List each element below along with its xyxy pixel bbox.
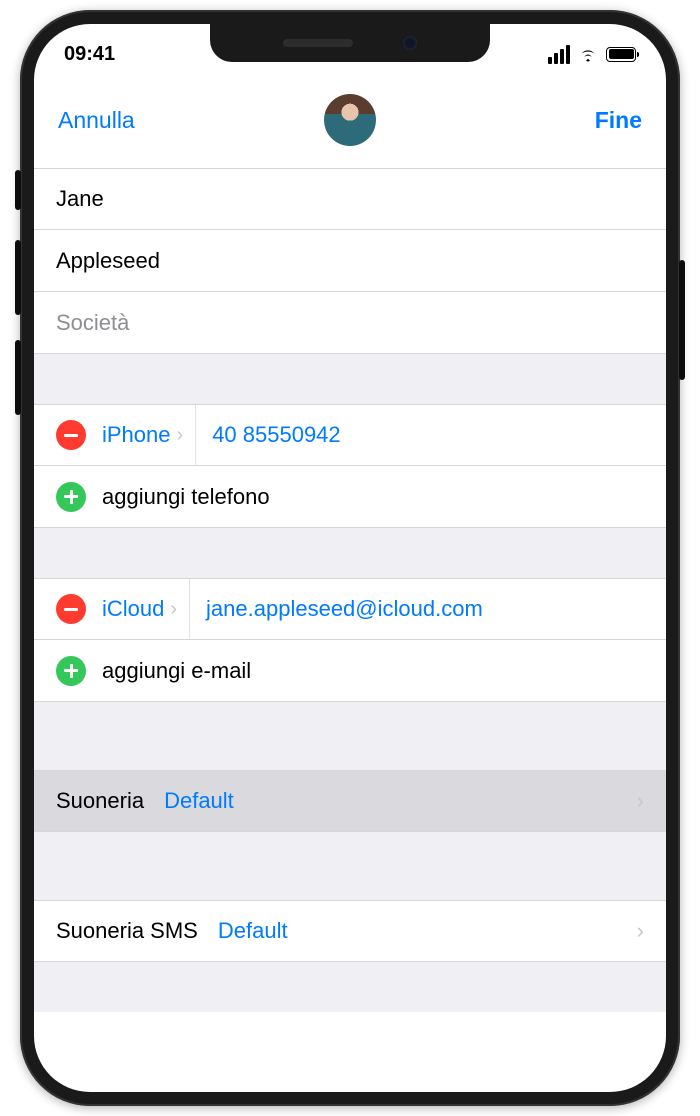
- text-tone-row[interactable]: Suoneria SMS Default ›: [34, 900, 666, 962]
- add-phone-button[interactable]: [56, 482, 86, 512]
- done-button[interactable]: Fine: [376, 107, 642, 134]
- first-name-value: Jane: [56, 186, 104, 212]
- phone-type-button[interactable]: iPhone: [102, 422, 171, 448]
- chevron-right-icon: ›: [637, 788, 644, 814]
- text-tone-label: Suoneria SMS: [56, 918, 198, 944]
- phone-frame: 09:41 Annulla Fine Jane Appleseed Societ…: [20, 10, 680, 1106]
- remove-phone-button[interactable]: [56, 420, 86, 450]
- last-name-value: Appleseed: [56, 248, 160, 274]
- status-time: 09:41: [64, 43, 115, 66]
- ringtone-value: Default: [164, 788, 234, 814]
- battery-icon: [606, 47, 636, 62]
- email-address-value[interactable]: jane.appleseed@icloud.com: [206, 596, 483, 622]
- add-email-row[interactable]: aggiungi e-mail: [34, 640, 666, 702]
- add-email-button[interactable]: [56, 656, 86, 686]
- phone-number-value[interactable]: 40 85550942: [212, 422, 340, 448]
- screen: 09:41 Annulla Fine Jane Appleseed Societ…: [34, 24, 666, 1092]
- chevron-right-icon: ›: [637, 918, 644, 944]
- chevron-right-icon: ›: [164, 598, 189, 621]
- text-tone-value: Default: [218, 918, 288, 944]
- email-entry-row[interactable]: iCloud › jane.appleseed@icloud.com: [34, 578, 666, 640]
- contact-form: Jane Appleseed Società iPhone › 40 85550…: [34, 168, 666, 1012]
- company-placeholder: Società: [56, 310, 129, 336]
- cancel-button[interactable]: Annulla: [58, 107, 324, 134]
- add-phone-row[interactable]: aggiungi telefono: [34, 466, 666, 528]
- phone-entry-row[interactable]: iPhone › 40 85550942: [34, 404, 666, 466]
- last-name-field[interactable]: Appleseed: [34, 230, 666, 292]
- ringtone-row[interactable]: Suoneria Default ›: [34, 770, 666, 832]
- chevron-right-icon: ›: [171, 424, 196, 447]
- wifi-icon: [577, 46, 599, 62]
- add-phone-label: aggiungi telefono: [102, 484, 270, 510]
- email-type-button[interactable]: iCloud: [102, 596, 164, 622]
- notch: [210, 24, 490, 62]
- first-name-field[interactable]: Jane: [34, 168, 666, 230]
- nav-bar: Annulla Fine: [34, 74, 666, 168]
- add-email-label: aggiungi e-mail: [102, 658, 251, 684]
- cellular-icon: [548, 45, 570, 64]
- ringtone-label: Suoneria: [56, 788, 144, 814]
- company-field[interactable]: Società: [34, 292, 666, 354]
- contact-avatar[interactable]: [324, 94, 376, 146]
- remove-email-button[interactable]: [56, 594, 86, 624]
